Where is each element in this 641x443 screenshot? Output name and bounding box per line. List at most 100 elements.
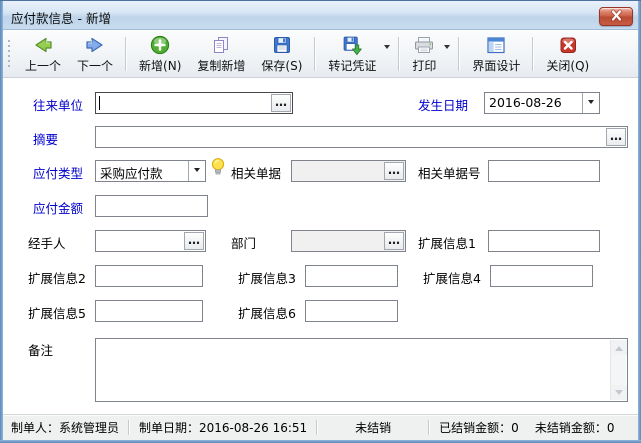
next-button-label: 下一个 — [77, 57, 113, 74]
new-button[interactable]: 新增(N) — [131, 33, 189, 75]
settled-amount-status: 已结销金额：0 — [439, 419, 519, 436]
handler-label: 经手人 — [28, 233, 66, 252]
payable-type-value: 采购应付款 — [96, 161, 188, 181]
toolbar-separator — [532, 37, 534, 71]
ext2-input[interactable] — [95, 265, 203, 287]
save-button[interactable]: 保存(S) — [253, 33, 310, 75]
toolbar-separator — [398, 37, 400, 71]
related-doc-browse-button[interactable]: … — [384, 162, 404, 180]
toolbar-grip[interactable] — [8, 40, 10, 70]
close-x-icon — [609, 7, 624, 26]
made-date-status: 制单日期：2016-08-26 16:51 — [139, 419, 307, 436]
dept-browse-button[interactable]: … — [384, 232, 404, 250]
triangle-up-icon — [615, 342, 623, 351]
print-dropdown-caret[interactable] — [444, 45, 450, 52]
payables-info-window: 应付款信息 - 新增 上一个 下一个 — [0, 0, 641, 443]
ext6-input[interactable] — [305, 300, 398, 322]
scroll-up-button[interactable] — [611, 340, 627, 355]
date-dropdown-button[interactable] — [582, 93, 599, 113]
print-button[interactable]: 打印 — [404, 33, 454, 75]
close-red-icon — [557, 34, 579, 56]
window-border — [0, 1, 3, 443]
ext3-input[interactable] — [305, 265, 398, 287]
arrow-right-icon — [84, 34, 106, 56]
status-separator — [316, 420, 318, 435]
dept-input — [292, 231, 383, 251]
payable-type-dropdown-button[interactable] — [188, 161, 205, 181]
new-button-label: 新增(N) — [139, 57, 181, 74]
window-design-icon — [485, 34, 507, 56]
save-button-label: 保存(S) — [261, 57, 302, 74]
chevron-down-icon — [588, 100, 594, 107]
ext2-label: 扩展信息2 — [28, 268, 86, 287]
copy-new-button-label: 复制新增 — [197, 57, 245, 74]
arrow-left-icon — [32, 34, 54, 56]
close-button[interactable]: 关闭(Q) — [538, 33, 597, 75]
ui-design-button-label: 界面设计 — [472, 57, 520, 74]
ui-design-button[interactable]: 界面设计 — [464, 33, 528, 75]
ext4-input[interactable] — [490, 265, 593, 287]
maker-status: 制单人：系统管理员 — [11, 419, 119, 436]
ext6-label: 扩展信息6 — [238, 303, 296, 322]
titlebar[interactable]: 应付款信息 - 新增 — [0, 1, 641, 30]
toolbar-separator — [458, 37, 460, 71]
next-button[interactable]: 下一个 — [69, 33, 121, 75]
transfer-voucher-button-label: 转记凭证 — [328, 57, 376, 74]
form-panel: 往来单位 … 发生日期 2016-08-26 摘要 … 应付类型 采购应付款 相… — [3, 78, 638, 414]
payable-type-label: 应付类型 — [33, 163, 83, 182]
prev-button[interactable]: 上一个 — [17, 33, 69, 75]
triangle-down-icon — [615, 390, 623, 399]
partner-field: … — [95, 92, 293, 114]
copy-new-button[interactable]: 复制新增 — [189, 33, 253, 75]
close-button-label: 关闭(Q) — [546, 57, 589, 74]
toolbar: 上一个 下一个 新增(N) 复制新增 保存(S) — [3, 31, 638, 78]
remark-field — [95, 338, 628, 402]
handler-input[interactable] — [96, 231, 183, 251]
copy-icon — [210, 34, 232, 56]
partner-label: 往来单位 — [33, 95, 83, 114]
remark-textarea[interactable] — [97, 340, 609, 400]
status-separator — [428, 420, 430, 435]
prev-button-label: 上一个 — [25, 57, 61, 74]
window-border — [0, 0, 641, 1]
ext1-input[interactable] — [488, 230, 600, 252]
date-field: 2016-08-26 — [484, 92, 600, 114]
amount-label: 应付金额 — [33, 198, 83, 217]
related-doc-field: … — [291, 160, 406, 182]
remark-scrollbar[interactable] — [610, 340, 626, 400]
amount-input[interactable] — [95, 195, 208, 217]
add-circle-icon — [149, 34, 171, 56]
summary-input[interactable] — [96, 127, 605, 147]
hint-bulb-icon[interactable] — [210, 157, 226, 181]
partner-input[interactable] — [100, 93, 270, 113]
ext5-input[interactable] — [95, 300, 203, 322]
print-button-label: 打印 — [412, 57, 436, 74]
transfer-voucher-button[interactable]: 转记凭证 — [320, 33, 394, 75]
handler-browse-button[interactable]: … — [184, 232, 204, 250]
window-title: 应付款信息 - 新增 — [11, 8, 111, 27]
summary-browse-button[interactable]: … — [606, 128, 626, 146]
settle-status: 未结销 — [355, 419, 391, 436]
handler-field: … — [95, 230, 206, 252]
ext1-label: 扩展信息1 — [418, 233, 476, 252]
related-no-label: 相关单据号 — [418, 163, 481, 182]
partner-browse-button[interactable]: … — [271, 94, 291, 112]
related-doc-input — [292, 161, 383, 181]
ext4-label: 扩展信息4 — [423, 268, 481, 287]
related-doc-label: 相关单据 — [231, 163, 281, 182]
status-separator — [128, 420, 130, 435]
chevron-down-icon — [194, 168, 200, 175]
transfer-voucher-dropdown-caret[interactable] — [384, 45, 390, 52]
titlebar-close-button[interactable] — [599, 7, 633, 26]
scroll-down-button[interactable] — [611, 385, 627, 400]
date-value: 2016-08-26 — [485, 93, 582, 113]
ext3-label: 扩展信息3 — [238, 268, 296, 287]
payable-type-combobox[interactable]: 采购应付款 — [95, 160, 206, 182]
related-no-input[interactable] — [488, 160, 600, 182]
date-label: 发生日期 — [418, 95, 468, 114]
summary-label: 摘要 — [33, 129, 58, 148]
toolbar-separator — [314, 37, 316, 71]
toolbar-separator — [125, 37, 127, 71]
remark-label: 备注 — [28, 340, 53, 359]
voucher-floppy-arrow-icon — [341, 34, 363, 56]
